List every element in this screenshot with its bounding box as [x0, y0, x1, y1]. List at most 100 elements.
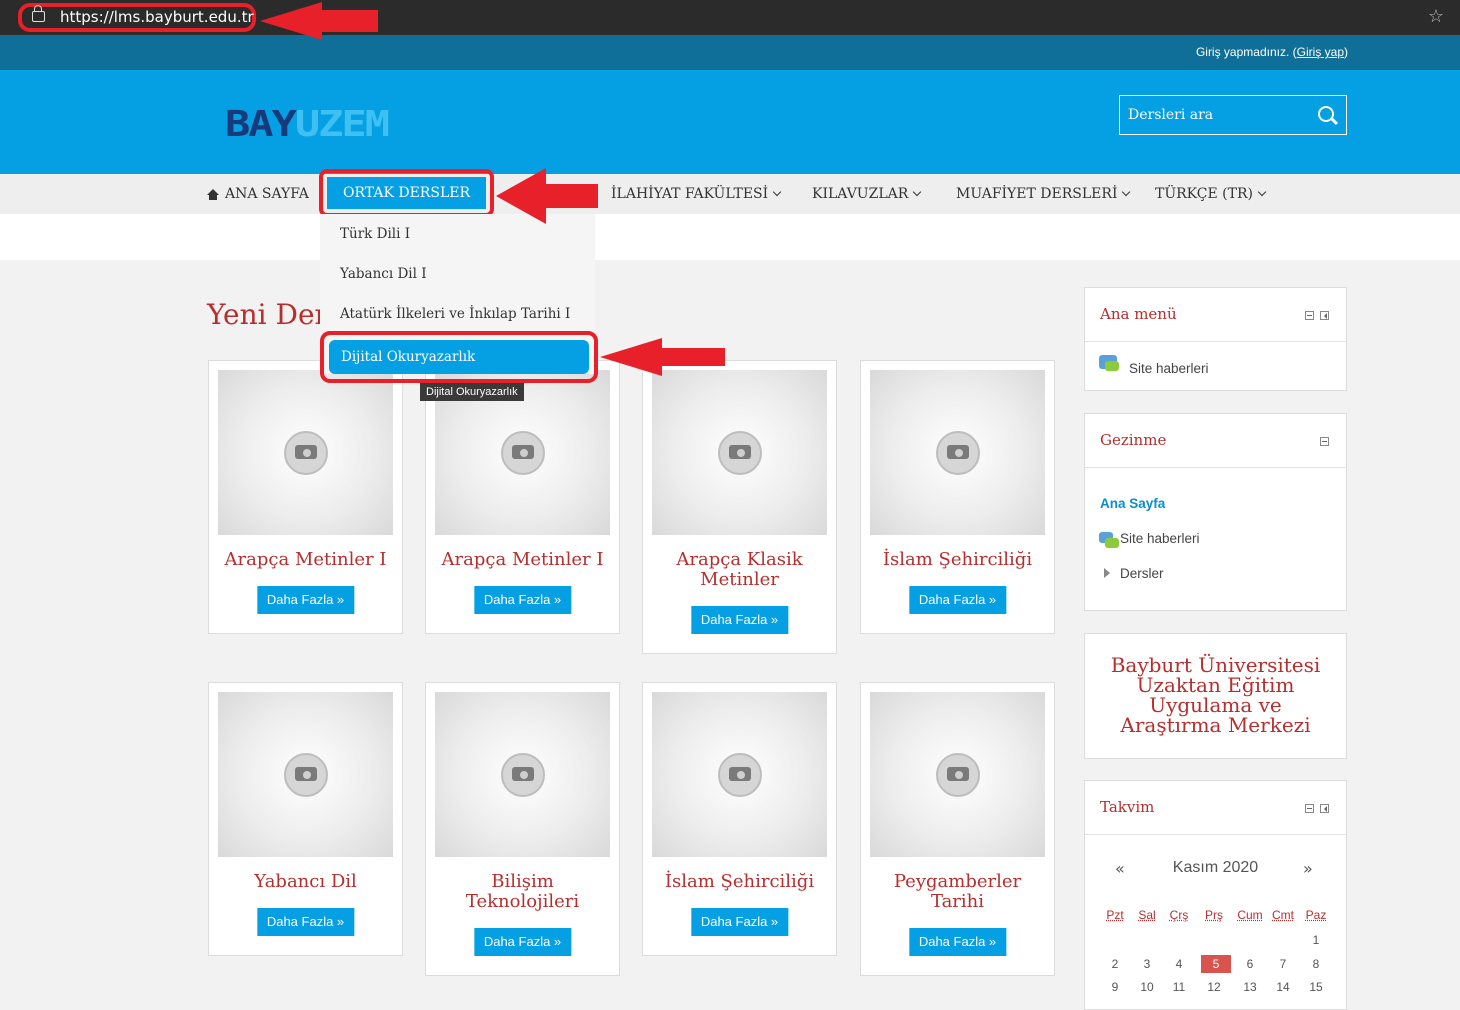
block-title: Ana menü [1100, 305, 1177, 323]
course-title[interactable]: İslam Şehirciliği [861, 550, 1054, 570]
course-card: Arapça Metinler I Daha Fazla » [208, 360, 403, 634]
collapse-icon[interactable] [1305, 311, 1314, 320]
more-button[interactable]: Daha Fazla » [473, 928, 572, 956]
nav-ortak-dersler[interactable]: ORTAK DERSLER [327, 177, 486, 209]
calendar-day[interactable]: 10 [1132, 980, 1162, 994]
more-button[interactable]: Daha Fazla » [908, 928, 1007, 956]
more-button[interactable]: Daha Fazla » [256, 586, 355, 614]
course-card: Yabancı Dil Daha Fazla » [208, 682, 403, 956]
search-placeholder: Dersleri ara [1128, 107, 1214, 123]
site-header: BAYUZEM Dersleri ara [0, 70, 1460, 174]
block-university: Bayburt Üniversitesi Uzaktan Eğitim Uygu… [1084, 633, 1347, 759]
calendar-day[interactable]: 8 [1301, 957, 1331, 971]
calendar-day[interactable]: 1 [1301, 933, 1331, 947]
course-title[interactable]: Arapça Metinler I [209, 550, 402, 570]
more-button[interactable]: Daha Fazla » [690, 908, 789, 936]
course-title[interactable]: Arapça Klasik Metinler [643, 550, 836, 590]
course-card: İslam Şehirciliği Daha Fazla » [642, 682, 837, 956]
search-icon[interactable] [1318, 106, 1334, 122]
dock-icon[interactable] [1320, 804, 1329, 813]
bookmark-star-icon[interactable]: ☆ [1428, 6, 1444, 27]
calendar-day[interactable]: 6 [1235, 957, 1265, 971]
news-icon [1099, 532, 1119, 548]
course-title[interactable]: Arapça Metinler I [426, 550, 619, 570]
more-button[interactable]: Daha Fazla » [690, 606, 789, 634]
dropdown-item-ataturk[interactable]: Atatürk İlkeleri ve İnkılap Tarihi I [340, 306, 570, 322]
course-image [870, 692, 1045, 857]
nav-language[interactable]: TÜRKÇE (TR) [1155, 174, 1267, 214]
course-card: Arapça Klasik Metinler Daha Fazla » [642, 360, 837, 654]
login-status: Giriş yapmadınız. [1195, 45, 1290, 59]
nav-home-link[interactable]: Ana Sayfa [1100, 496, 1165, 511]
block-main-menu: Ana menü Site haberleri [1084, 287, 1347, 391]
collapse-icon[interactable] [1320, 437, 1329, 446]
block-title: Takvim [1100, 798, 1155, 816]
top-strip: Giriş yapmadınız. (Giriş yap) [0, 35, 1460, 70]
chevron-down-icon [1122, 187, 1131, 197]
course-title[interactable]: Bilişim Teknolojileri [426, 872, 619, 912]
calendar-day[interactable]: 2 [1100, 957, 1130, 971]
caret-right-icon[interactable] [1104, 568, 1110, 578]
dropdown-item-highlight[interactable]: Dijital Okuryazarlık [320, 331, 598, 383]
annotation-arrow-url [260, 2, 378, 40]
calendar-day[interactable]: 14 [1268, 980, 1298, 994]
nav-muafiyet[interactable]: MUAFİYET DERSLERİ [956, 174, 1131, 214]
calendar-day-header: Paz [1305, 908, 1327, 922]
calendar-day-header: Pzt [1106, 908, 1124, 922]
camera-icon [501, 753, 545, 797]
course-card: Bilişim Teknolojileri Daha Fazla » [425, 682, 620, 976]
camera-icon [936, 753, 980, 797]
calendar-day[interactable]: 7 [1268, 957, 1298, 971]
nav-kilavuzlar[interactable]: KILAVUZLAR [812, 174, 922, 214]
calendar-day-header: Cum [1237, 908, 1263, 922]
collapse-icon[interactable] [1305, 804, 1314, 813]
calendar-day[interactable]: 13 [1235, 980, 1265, 994]
nav-ilahiyat[interactable]: İLAHİYAT FAKÜLTESİ [611, 174, 782, 214]
login-link[interactable]: Giriş yap [1297, 45, 1344, 59]
calendar-day[interactable]: 12 [1199, 980, 1229, 994]
calendar-today[interactable]: 5 [1201, 955, 1231, 973]
calendar-day[interactable]: 3 [1132, 957, 1162, 971]
course-title[interactable]: İslam Şehirciliği [643, 872, 836, 892]
login-info: Giriş yapmadınız. (Giriş yap) [1195, 45, 1348, 59]
chevron-down-icon [1257, 187, 1267, 197]
browser-bar: https://lms.bayburt.edu.tr ☆ [0, 0, 1460, 35]
search-input[interactable]: Dersleri ara [1119, 95, 1347, 135]
address-bar[interactable]: https://lms.bayburt.edu.tr [18, 3, 256, 32]
course-title[interactable]: Yabancı Dil [209, 872, 402, 892]
calendar-day[interactable]: 4 [1164, 957, 1194, 971]
nav-ortak-dersler-highlight[interactable]: ORTAK DERSLER [319, 169, 494, 217]
calendar-day[interactable]: 9 [1100, 980, 1130, 994]
calendar-day[interactable]: 15 [1301, 980, 1331, 994]
more-button[interactable]: Daha Fazla » [908, 586, 1007, 614]
calendar-day[interactable]: 11 [1164, 980, 1194, 994]
nav-home[interactable]: ANA SAYFA [207, 174, 309, 214]
camera-icon [501, 431, 545, 475]
dropdown-item-yabanci-dil[interactable]: Yabancı Dil I [340, 266, 427, 282]
dropdown-item-turk-dili[interactable]: Türk Dili I [340, 226, 410, 242]
block-calendar: Takvim « Kasım 2020 » Pzt Sal Çrş Prş Cu… [1084, 780, 1347, 1010]
course-title[interactable]: Peygamberler Tarihi [861, 872, 1054, 912]
url-text: https://lms.bayburt.edu.tr [60, 8, 254, 26]
home-icon [207, 189, 219, 200]
course-image [870, 370, 1045, 535]
nav-courses-link[interactable]: Dersler [1120, 566, 1164, 581]
camera-icon [284, 431, 328, 475]
course-card: İslam Şehirciliği Daha Fazla » [860, 360, 1055, 634]
camera-icon [718, 431, 762, 475]
bayuzem-logo[interactable]: BAYUZEM [225, 103, 390, 145]
university-text: Bayburt Üniversitesi Uzaktan Eğitim Uygu… [1110, 653, 1321, 737]
dock-icon[interactable] [1320, 311, 1329, 320]
more-button[interactable]: Daha Fazla » [473, 586, 572, 614]
annotation-arrow-dropdown [600, 338, 725, 376]
nav-spacer [0, 214, 1460, 260]
nav-site-news-link[interactable]: Site haberleri [1120, 531, 1200, 546]
more-button[interactable]: Daha Fazla » [256, 908, 355, 936]
site-news-link[interactable]: Site haberleri [1129, 361, 1209, 376]
calendar-day-header: Cmt [1272, 908, 1294, 922]
chevron-down-icon [913, 187, 922, 197]
dropdown-item-dijital[interactable]: Dijital Okuryazarlık [329, 340, 589, 374]
camera-icon [936, 431, 980, 475]
calendar-next[interactable]: » [1303, 859, 1313, 878]
course-image [652, 692, 827, 857]
